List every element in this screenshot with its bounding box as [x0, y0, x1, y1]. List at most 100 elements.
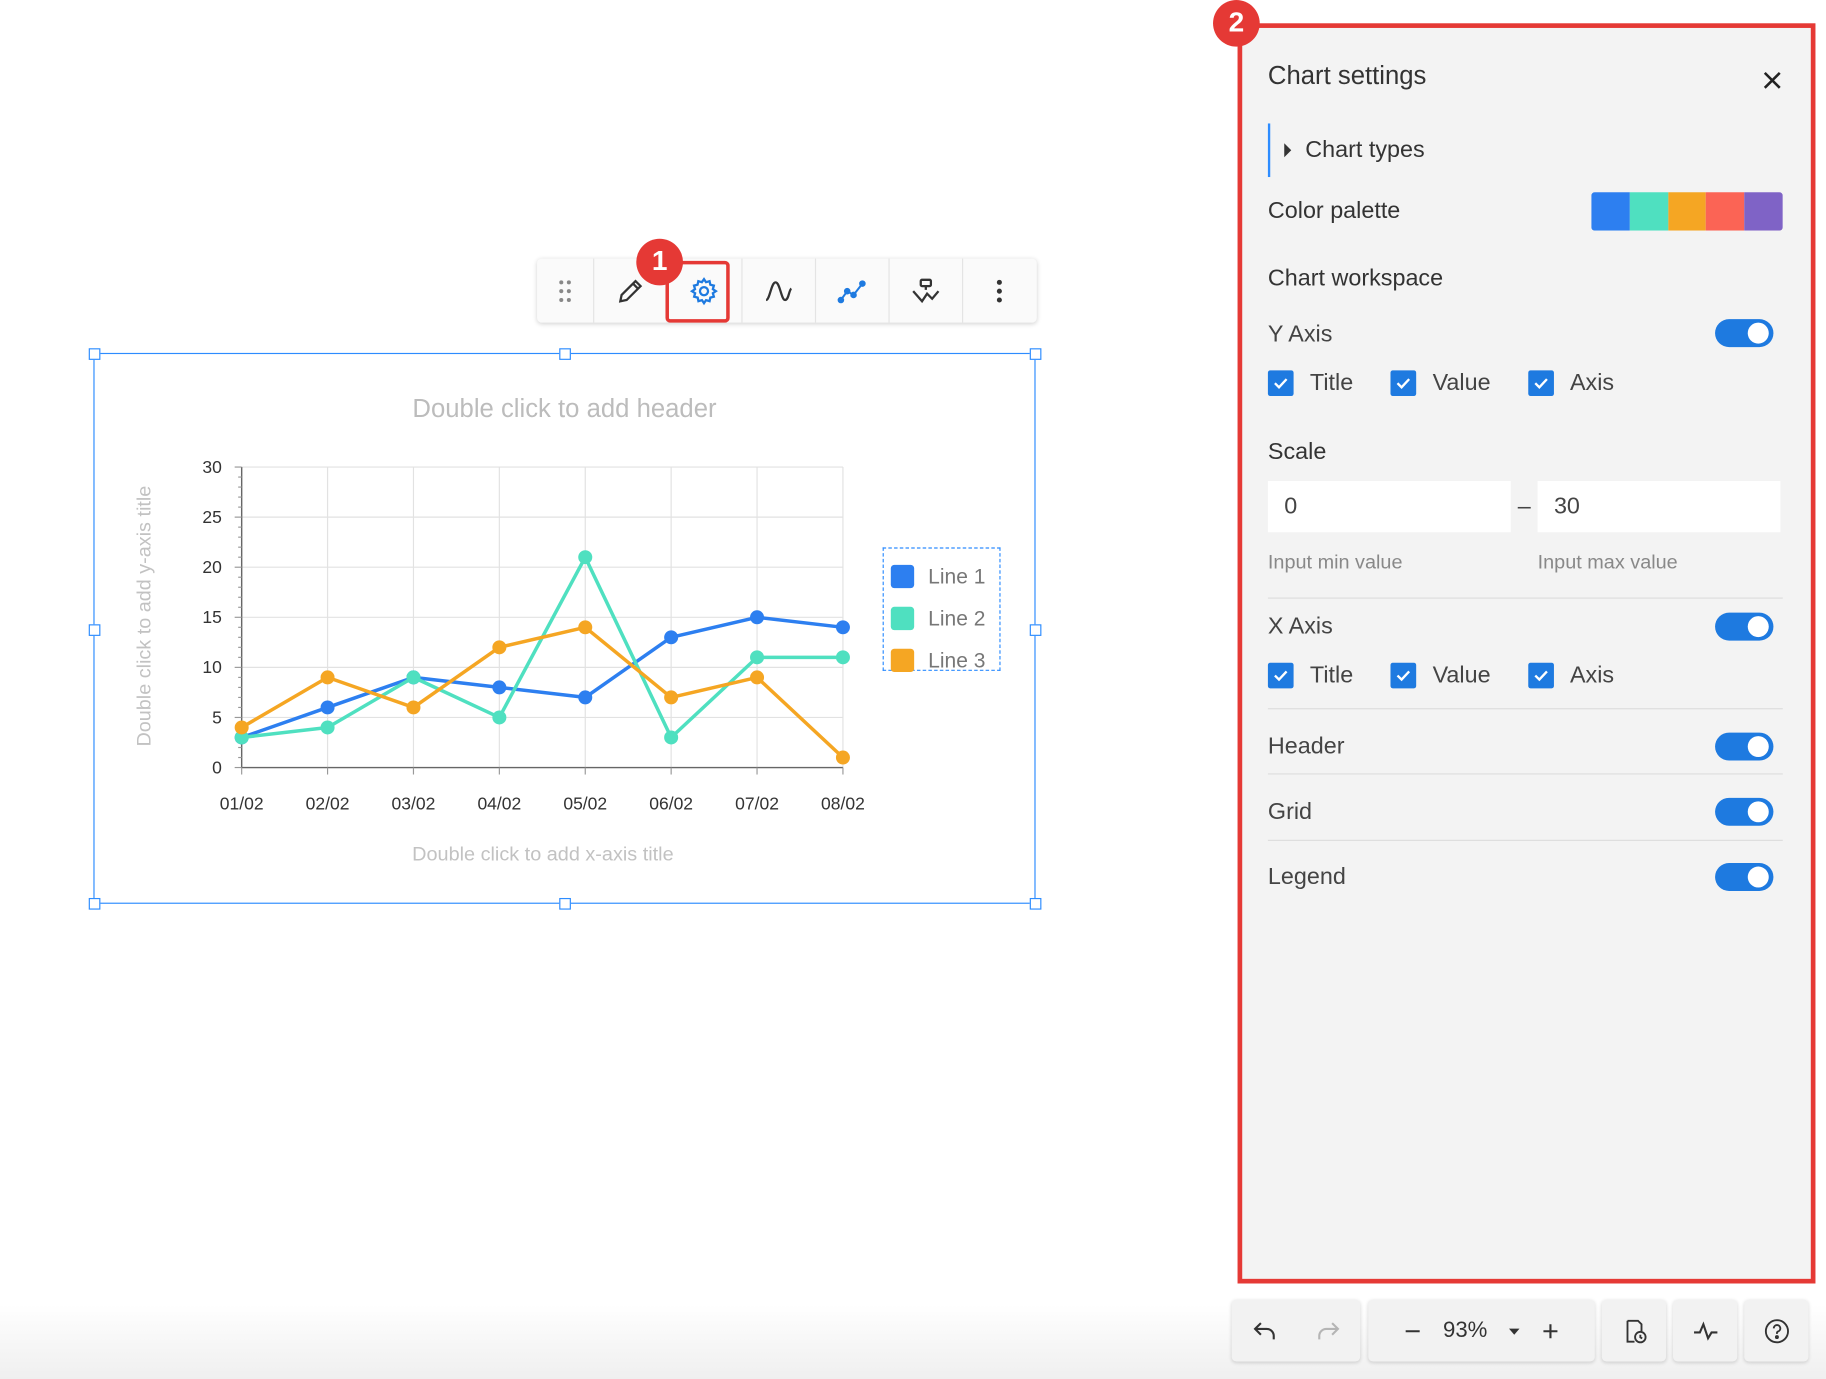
line-chart-plot: 0 5 10 15 20 25 30 01/02 02/02 03/02 04/02 05/02 06/… — [202, 457, 865, 814]
legend-item-line-3: Line 3 — [890, 639, 1000, 681]
checkbox-checked-icon — [1527, 370, 1554, 396]
chart-workspace-label: Chart workspace — [1267, 265, 1444, 292]
chart-settings-panel: Chart settings Chart types Color palette… — [1237, 23, 1816, 1284]
data-point-line-2 — [578, 550, 593, 565]
data-point-line-3 — [234, 720, 249, 735]
palette-color-4 — [1706, 192, 1745, 231]
redo-icon[interactable] — [1314, 1317, 1342, 1345]
help-button[interactable] — [1744, 1299, 1809, 1362]
history-controls — [1231, 1299, 1361, 1362]
palette-color-3 — [1667, 192, 1707, 231]
checkbox-label: Title — [1309, 662, 1354, 688]
checkbox-checked-icon — [1390, 662, 1417, 689]
data-point-line-1 — [664, 630, 679, 645]
chart-types-label: Chart types — [1305, 136, 1425, 163]
step-badge-2: 2 — [1213, 0, 1260, 47]
checkbox-checked-icon — [1390, 370, 1417, 396]
y-axis-value-checkbox[interactable]: Value — [1390, 369, 1491, 397]
data-point-line-3 — [578, 620, 593, 635]
header-label: Header — [1267, 733, 1345, 760]
x-axis-title-checkbox[interactable]: Title — [1267, 662, 1354, 689]
grid-label: Grid — [1267, 798, 1313, 825]
divider — [1267, 597, 1783, 599]
legend-swatch-line-2 — [890, 606, 915, 631]
data-point-line-3 — [664, 690, 679, 705]
data-point-line-1 — [578, 690, 593, 705]
divider — [1267, 839, 1783, 841]
legend-swatch-line-3 — [890, 648, 915, 673]
checkbox-checked-icon — [1527, 662, 1554, 689]
divider — [1267, 708, 1783, 710]
scale-label: Scale — [1267, 439, 1327, 465]
data-point-line-1 — [835, 620, 850, 635]
x-axis-value-checkbox[interactable]: Value — [1390, 662, 1491, 689]
x-tick-label: 08/02 — [821, 793, 865, 813]
chart-legend[interactable]: Line 1 Line 2 Line 3 — [882, 547, 1001, 673]
document-history-icon — [1625, 1319, 1646, 1343]
scale-max-input[interactable] — [1537, 481, 1781, 533]
caret-down-icon[interactable] — [1504, 1320, 1525, 1341]
activity-button[interactable] — [1673, 1299, 1738, 1362]
palette-color-1 — [1591, 192, 1630, 231]
y-axis-axis-checkbox[interactable]: Axis — [1527, 369, 1615, 397]
x-tick-label: 07/02 — [735, 793, 779, 813]
settings-title: Chart settings — [1267, 60, 1427, 90]
scale-range-dash: – — [1517, 493, 1531, 520]
header-toggle[interactable] — [1715, 732, 1774, 761]
x-tick-label: 01/02 — [220, 793, 264, 813]
data-point-line-2 — [835, 650, 850, 665]
y-tick-label: 0 — [212, 757, 222, 777]
x-tick-label: 04/02 — [477, 793, 521, 813]
checkbox-label: Axis — [1569, 369, 1615, 396]
checkbox-checked-icon — [1267, 662, 1294, 689]
palette-color-2 — [1629, 192, 1668, 231]
data-point-line-2 — [492, 710, 507, 725]
y-axis-toggle[interactable] — [1715, 319, 1774, 348]
zoom-out-icon[interactable] — [1399, 1317, 1427, 1345]
color-palette-swatch[interactable] — [1591, 192, 1783, 231]
scale-max-hint: Input max value — [1537, 550, 1678, 574]
zoom-level[interactable]: 93% — [1443, 1318, 1487, 1344]
y-tick-label: 10 — [202, 657, 222, 677]
data-point-line-3 — [492, 640, 507, 655]
checkbox-label: Value — [1432, 369, 1491, 396]
checkbox-checked-icon — [1267, 370, 1294, 396]
divider — [1267, 773, 1783, 775]
legend-label-line-2: Line 2 — [928, 606, 986, 630]
y-axis-label: Y Axis — [1267, 321, 1333, 348]
close-icon[interactable] — [1759, 68, 1785, 94]
pulse-icon — [1693, 1320, 1717, 1341]
x-tick-label: 06/02 — [649, 793, 693, 813]
data-point-line-1 — [320, 700, 335, 715]
legend-label: Legend — [1267, 864, 1346, 890]
data-point-line-1 — [492, 680, 507, 695]
y-tick-label: 5 — [212, 707, 222, 727]
history-log-button[interactable] — [1601, 1299, 1667, 1362]
scale-min-input[interactable] — [1267, 481, 1511, 533]
zoom-in-icon[interactable] — [1536, 1317, 1564, 1345]
legend-item-line-1: Line 1 — [890, 556, 1000, 598]
data-point-line-1 — [750, 610, 765, 625]
x-axis-toggle[interactable] — [1715, 612, 1774, 641]
undo-icon[interactable] — [1250, 1317, 1278, 1345]
caret-right-icon — [1284, 143, 1292, 158]
x-tick-label: 03/02 — [392, 793, 436, 813]
y-tick-label: 15 — [202, 607, 221, 627]
x-axis-label: X Axis — [1267, 613, 1333, 640]
y-tick-label: 25 — [202, 507, 221, 527]
scale-min-hint: Input min value — [1267, 550, 1403, 574]
data-point-line-2 — [320, 720, 335, 735]
grid-toggle[interactable] — [1715, 797, 1774, 826]
chart-types-toggle[interactable]: Chart types — [1267, 123, 1502, 178]
data-point-line-3 — [406, 700, 421, 715]
checkbox-label: Value — [1432, 662, 1491, 688]
data-point-line-3 — [750, 670, 765, 685]
data-point-line-2 — [750, 650, 765, 665]
legend-toggle[interactable] — [1715, 863, 1774, 891]
data-point-line-3 — [835, 750, 850, 765]
y-tick-label: 30 — [202, 457, 222, 477]
y-axis-options: Title Value Axis — [1267, 368, 1652, 398]
help-icon — [1764, 1318, 1789, 1343]
y-axis-title-checkbox[interactable]: Title — [1267, 370, 1353, 397]
x-axis-axis-checkbox[interactable]: Axis — [1527, 662, 1614, 689]
